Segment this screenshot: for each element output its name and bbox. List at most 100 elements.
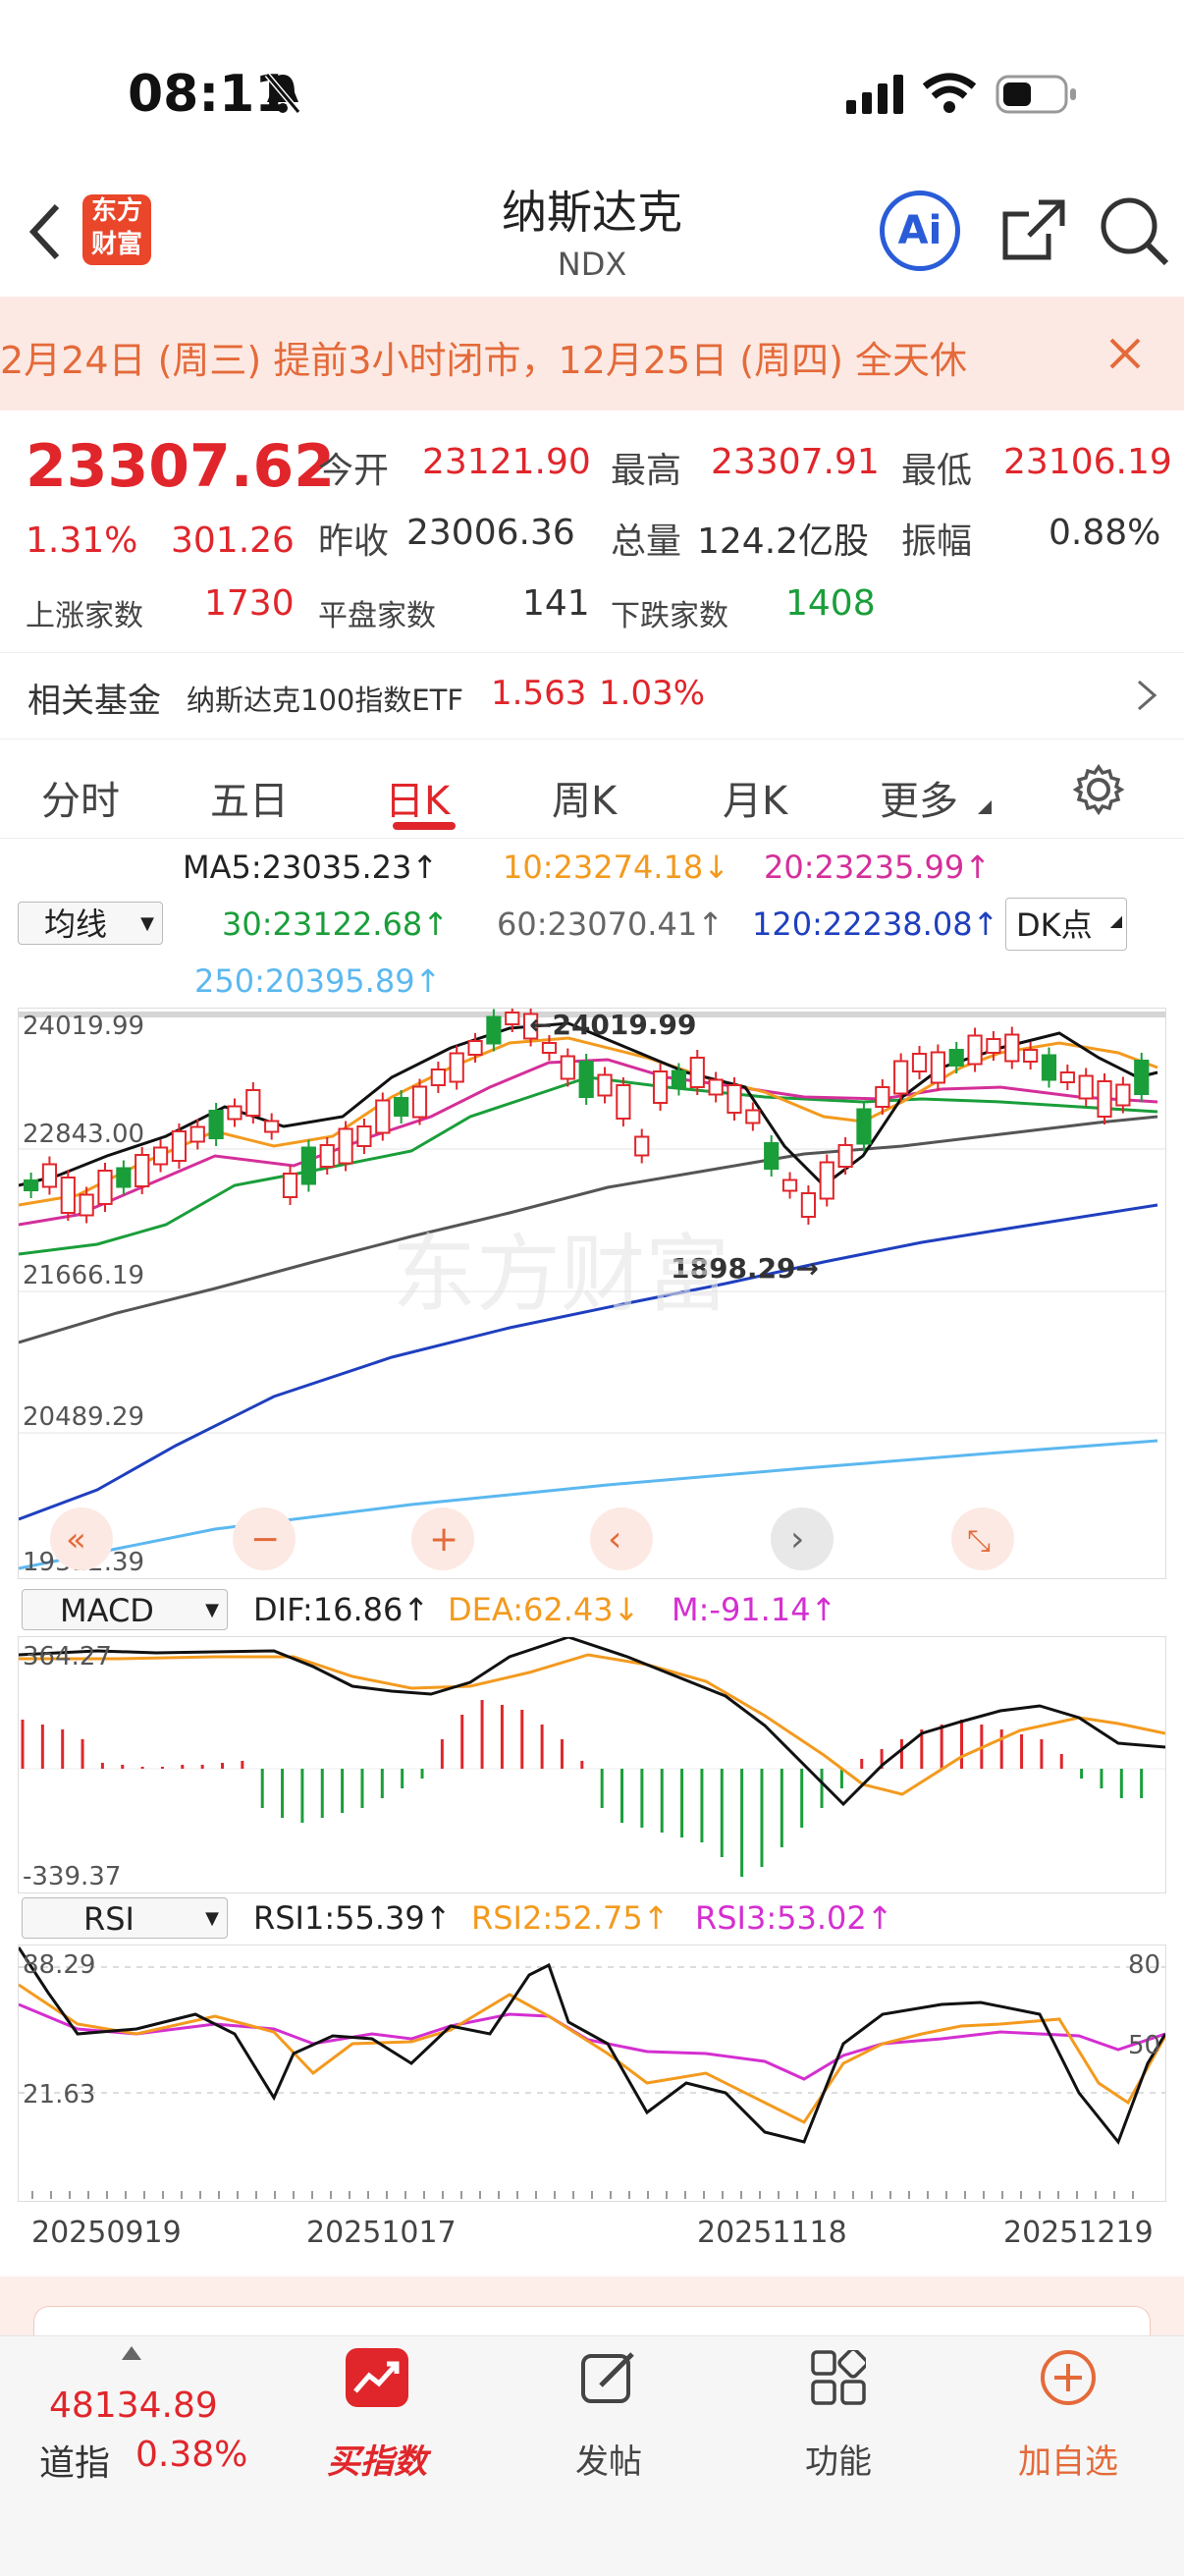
rsi-chart[interactable]: 88.29 21.63 80 50: [18, 1945, 1166, 2202]
open-value: 23121.90: [422, 442, 591, 482]
candle-body: [319, 1144, 335, 1168]
tab-five-day[interactable]: 五日: [210, 769, 289, 826]
macd-selector-label: MACD: [60, 1592, 154, 1629]
nav-add-watchlist[interactable]: 加自选: [999, 2435, 1137, 2483]
candle-body: [781, 1178, 798, 1192]
ma120-value: 120:22238.08↑: [752, 905, 999, 943]
candle-body: [135, 1154, 150, 1187]
candle-body: [893, 1060, 909, 1095]
zoom-in-icon: +: [429, 1519, 458, 1560]
candle-body: [486, 1015, 502, 1045]
up-triangle-icon: [122, 2346, 141, 2360]
candle-body: [616, 1084, 631, 1120]
related-fund-row[interactable]: [0, 652, 1184, 736]
last-price: 23307.62: [26, 432, 336, 501]
ma30-value: 30:23122.68↑: [222, 905, 449, 943]
candle-body: [375, 1099, 391, 1134]
candle-body: [948, 1049, 964, 1067]
y-label-4: 20489.29: [23, 1402, 144, 1432]
candle-body: [967, 1034, 983, 1066]
macd-chart[interactable]: 364.27 -339.37: [18, 1636, 1166, 1893]
dk-point-selector[interactable]: DK点 ◢: [1005, 898, 1127, 951]
candle-body: [708, 1078, 724, 1096]
date-label-3: 20251118: [697, 2216, 847, 2250]
tab-weekly-k[interactable]: 周K: [552, 769, 617, 826]
ai-assistant-button[interactable]: Ai: [880, 191, 960, 271]
candle-body: [41, 1163, 58, 1188]
dji-label[interactable]: 道指: [39, 2435, 110, 2486]
nav-buy-index[interactable]: 买指数: [308, 2435, 446, 2483]
macd-bottom-label: -339.37: [23, 1862, 121, 1891]
candle-body: [264, 1120, 280, 1133]
chart-controls: « − + ‹ › ⤡: [50, 1507, 1014, 1570]
fullscreen-icon: ⤡: [967, 1524, 991, 1559]
close-icon[interactable]: [1107, 336, 1143, 371]
bottom-toolbar: 48134.89 道指 0.38% 买指数 发帖 功能 加自选: [0, 2335, 1184, 2576]
kline-chart[interactable]: 24019.99 22843.00 21666.19 20489.29 1931…: [18, 1008, 1166, 1579]
ma-selector[interactable]: 均线 ▼: [18, 902, 163, 945]
rsi-selector[interactable]: RSI ▼: [22, 1897, 228, 1939]
candle-body: [300, 1146, 316, 1185]
pan-left-icon: ‹: [608, 1519, 621, 1560]
candle-body: [116, 1167, 132, 1188]
low-value: 23106.19: [1003, 442, 1172, 482]
ma250-value: 250:20395.89↑: [194, 962, 442, 1000]
prev-close-label: 昨收: [318, 521, 390, 562]
tab-monthly-k[interactable]: 月K: [723, 769, 787, 826]
battery-icon: [996, 75, 1076, 114]
dji-value[interactable]: 48134.89: [49, 2385, 218, 2426]
candle-body: [727, 1084, 742, 1114]
tab-intraday[interactable]: 分时: [41, 769, 120, 826]
comment-card-edge: [33, 2306, 1151, 2336]
unchanged-label: 平盘家数: [318, 599, 436, 633]
decliners-label: 下跌家数: [611, 599, 728, 633]
notice-text: 2月24日 (周三) 提前3小时闭市，12月25日 (周四) 全天休: [0, 339, 968, 382]
candle-body: [1041, 1054, 1057, 1081]
chevron-right-icon: [1138, 680, 1157, 711]
candle-body: [560, 1055, 575, 1080]
nav-functions[interactable]: 功能: [770, 2435, 907, 2483]
candle-body: [282, 1173, 298, 1198]
dropdown-arrow-icon: ▼: [205, 1908, 219, 1929]
candle-body: [505, 1012, 520, 1025]
candle-body: [1115, 1083, 1131, 1107]
dji-pct[interactable]: 0.38%: [135, 2435, 247, 2475]
ma10-value: 10:23274.18↓: [503, 849, 729, 886]
dropdown-arrow-icon: ▼: [205, 1600, 219, 1620]
rsi-80-label: 80: [1128, 1950, 1160, 1980]
candle-body: [986, 1038, 1001, 1054]
dk-point-label: DK点: [1016, 906, 1093, 944]
search-icon[interactable]: [1098, 194, 1170, 267]
wifi-icon: [923, 73, 976, 113]
macd-top-label: 364.27: [23, 1642, 112, 1672]
candle-body: [689, 1057, 705, 1088]
candle-body: [430, 1069, 446, 1086]
candle-body: [208, 1110, 224, 1139]
candle-body: [1134, 1060, 1150, 1095]
macd-dif-line: [19, 1637, 1165, 1807]
high-value: 23307.91: [711, 442, 880, 482]
y-label-1: 24019.99: [23, 1012, 144, 1041]
date-label-4: 20251219: [1003, 2216, 1154, 2250]
macd-selector[interactable]: MACD ▼: [22, 1589, 228, 1630]
share-icon[interactable]: [999, 196, 1068, 265]
tab-daily-k[interactable]: 日K: [385, 769, 450, 826]
amplitude-value: 0.88%: [1049, 513, 1161, 553]
candle-body: [394, 1097, 409, 1117]
candle-body: [911, 1053, 928, 1072]
candle-body: [652, 1070, 669, 1104]
rsi-selector-label: RSI: [83, 1900, 135, 1938]
tab-more[interactable]: 更多: [880, 769, 958, 826]
candle-body: [1078, 1074, 1094, 1100]
nav-post[interactable]: 发帖: [540, 2435, 677, 2483]
related-fund-label: 相关基金: [27, 682, 161, 721]
candle-body: [338, 1127, 353, 1165]
settings-gear-icon[interactable]: [1072, 763, 1125, 816]
date-label-1: 20250919: [31, 2216, 182, 2250]
ma60-value: 60:23070.41↑: [497, 905, 724, 943]
amplitude-label: 振幅: [901, 521, 973, 562]
candle-body: [856, 1108, 872, 1145]
macd-dif: DIF:16.86↑: [253, 1591, 430, 1628]
rewind-icon: «: [66, 1520, 86, 1560]
candle-body: [189, 1125, 205, 1143]
